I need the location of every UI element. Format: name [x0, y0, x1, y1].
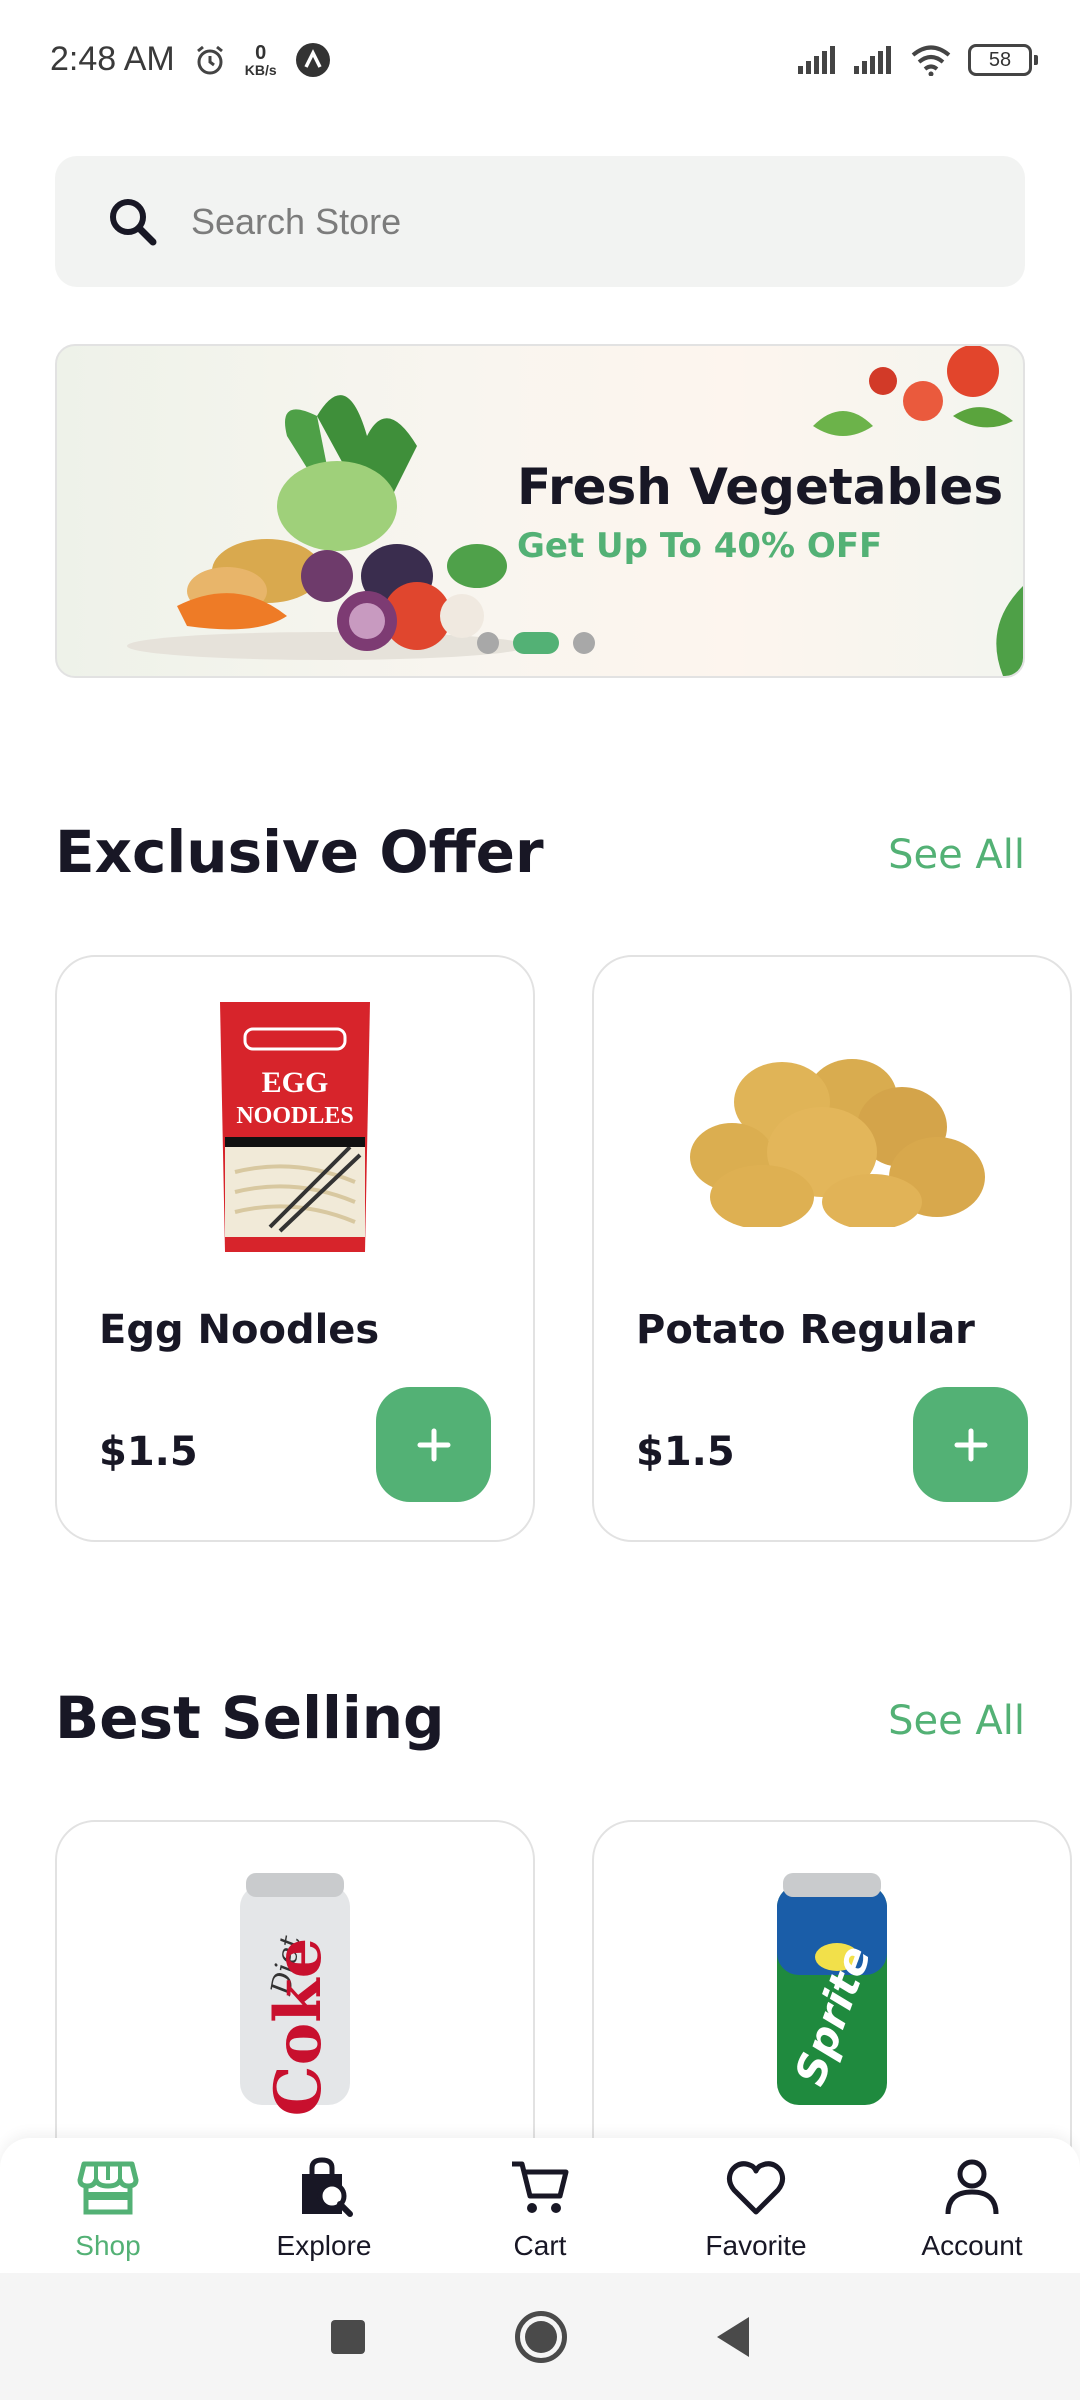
carousel-dots — [477, 632, 595, 654]
shopping-bag-search-icon — [302, 2157, 353, 2217]
tomatoes-image — [813, 346, 1013, 436]
egg-noodles-image: EGG NOODLES — [220, 1002, 370, 1252]
leaf-image — [996, 586, 1023, 676]
banner-title: Fresh Vegetables — [517, 458, 1004, 516]
carousel-dot[interactable] — [477, 632, 499, 654]
nav-item-shop[interactable]: Shop — [0, 2138, 216, 2273]
product-image-container: EGG NOODLES — [57, 997, 533, 1257]
status-time: 2:48 AM — [50, 40, 175, 78]
potato-image — [690, 1059, 985, 1227]
nav-item-account[interactable]: Account — [864, 2138, 1080, 2273]
plus-icon — [954, 1428, 987, 1461]
carousel-dot-active[interactable] — [513, 632, 559, 654]
product-card[interactable]: Potato Regular $1.5 — [592, 955, 1072, 1542]
recents-button[interactable] — [331, 2319, 365, 2354]
wifi-icon — [911, 45, 951, 76]
vegetables-image — [127, 395, 527, 660]
store-icon — [77, 2161, 139, 2215]
nav-label: Explore — [276, 2230, 372, 2261]
nav-label: Cart — [513, 2230, 567, 2261]
section-title-exclusive-offer: Exclusive Offer — [55, 818, 544, 886]
search-icon — [110, 198, 157, 245]
nav-label: Account — [921, 2230, 1023, 2261]
product-price: $1.5 — [99, 1429, 198, 1475]
bottom-nav: Shop Explore Cart Favorite Account — [0, 2138, 1080, 2273]
svg-text:Coke: Coke — [261, 1938, 336, 2117]
svg-text:EGG: EGG — [262, 1066, 329, 1099]
signal-icon — [798, 46, 835, 74]
nav-label: Favorite — [705, 2230, 807, 2261]
sprite-image: Sprite — [777, 1873, 887, 2105]
network-speed: 0 KB/s — [244, 41, 277, 78]
nav-item-explore[interactable]: Explore — [216, 2138, 432, 2273]
status-left: 2:48 AM 0 KB/s — [50, 40, 331, 79]
status-bar: 2:48 AM 0 KB/s 58 — [0, 0, 1080, 120]
promo-banner[interactable]: Fresh Vegetables Get Up To 40% OFF — [55, 344, 1025, 678]
home-button[interactable] — [515, 2310, 567, 2363]
product-image-container — [594, 997, 1070, 1257]
signal-icon-2 — [854, 46, 891, 74]
product-image-container: Sprite — [594, 1862, 1070, 2122]
system-nav-bar — [0, 2273, 1080, 2400]
status-right: 58 — [798, 44, 1038, 76]
alarm-icon — [196, 45, 223, 74]
search-input[interactable]: Search Store — [191, 201, 401, 243]
diet-coke-image: Diet Coke — [240, 1873, 350, 2117]
search-bar[interactable]: Search Store — [55, 156, 1025, 287]
plus-icon — [417, 1428, 450, 1461]
battery-indicator: 58 — [968, 44, 1038, 76]
carousel-dot[interactable] — [573, 632, 595, 654]
product-name: Egg Noodles — [99, 1307, 380, 1353]
person-icon — [945, 2159, 999, 2215]
see-all-exclusive-offer[interactable]: See All — [888, 832, 1025, 878]
see-all-best-selling[interactable]: See All — [888, 1698, 1025, 1744]
svg-text:NOODLES: NOODLES — [236, 1103, 353, 1129]
heart-icon — [726, 2161, 786, 2215]
product-image-container: Diet Coke — [57, 1862, 533, 2122]
cart-icon — [512, 2161, 569, 2213]
banner-subtitle: Get Up To 40% OFF — [517, 526, 883, 566]
back-button[interactable] — [717, 2316, 749, 2357]
section-title-best-selling: Best Selling — [55, 1684, 445, 1752]
nav-item-cart[interactable]: Cart — [432, 2138, 648, 2273]
app-notification-icon — [295, 42, 330, 77]
add-to-cart-button[interactable] — [376, 1387, 491, 1502]
nav-item-favorite[interactable]: Favorite — [648, 2138, 864, 2273]
add-to-cart-button[interactable] — [913, 1387, 1028, 1502]
nav-label: Shop — [75, 2230, 141, 2261]
product-price: $1.5 — [636, 1429, 735, 1475]
product-name: Potato Regular — [636, 1307, 975, 1353]
product-card[interactable]: EGG NOODLES Egg Noodles $1.5 — [55, 955, 535, 1542]
